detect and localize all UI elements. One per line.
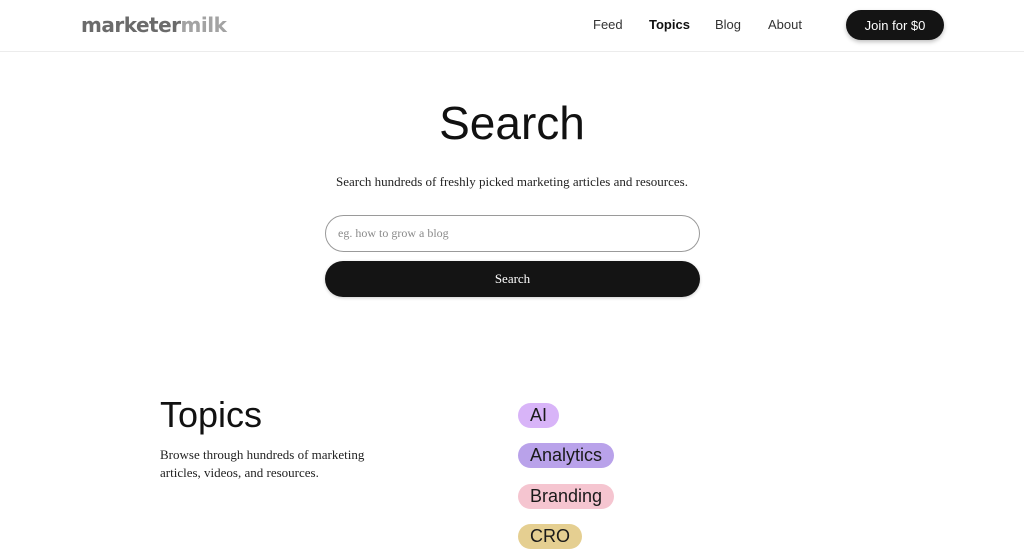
nav-link-topics[interactable]: Topics <box>649 17 690 33</box>
search-input[interactable] <box>325 215 700 252</box>
search-subtitle: Search hundreds of freshly picked market… <box>336 174 688 189</box>
site-header: marketermilk Feed Topics Blog About Join… <box>0 0 1024 52</box>
topic-tag-cro[interactable]: CRO <box>518 524 582 549</box>
join-button[interactable]: Join for $0 <box>846 10 944 40</box>
topic-tag-branding[interactable]: Branding <box>518 484 615 509</box>
topic-tag-ai[interactable]: AI <box>518 403 560 428</box>
nav-link-about[interactable]: About <box>768 17 802 33</box>
nav-link-feed[interactable]: Feed <box>593 17 623 33</box>
topic-tag-analytics[interactable]: Analytics <box>518 443 615 468</box>
search-page-title: Search <box>439 97 585 149</box>
topics-heading: Topics <box>160 394 263 435</box>
page: marketermilk Feed Topics Blog About Join… <box>0 0 1024 560</box>
topics-description: Browse through hundreds of marketing art… <box>160 447 365 480</box>
nav-link-blog[interactable]: Blog <box>715 17 741 33</box>
search-button[interactable]: Search <box>325 261 700 297</box>
